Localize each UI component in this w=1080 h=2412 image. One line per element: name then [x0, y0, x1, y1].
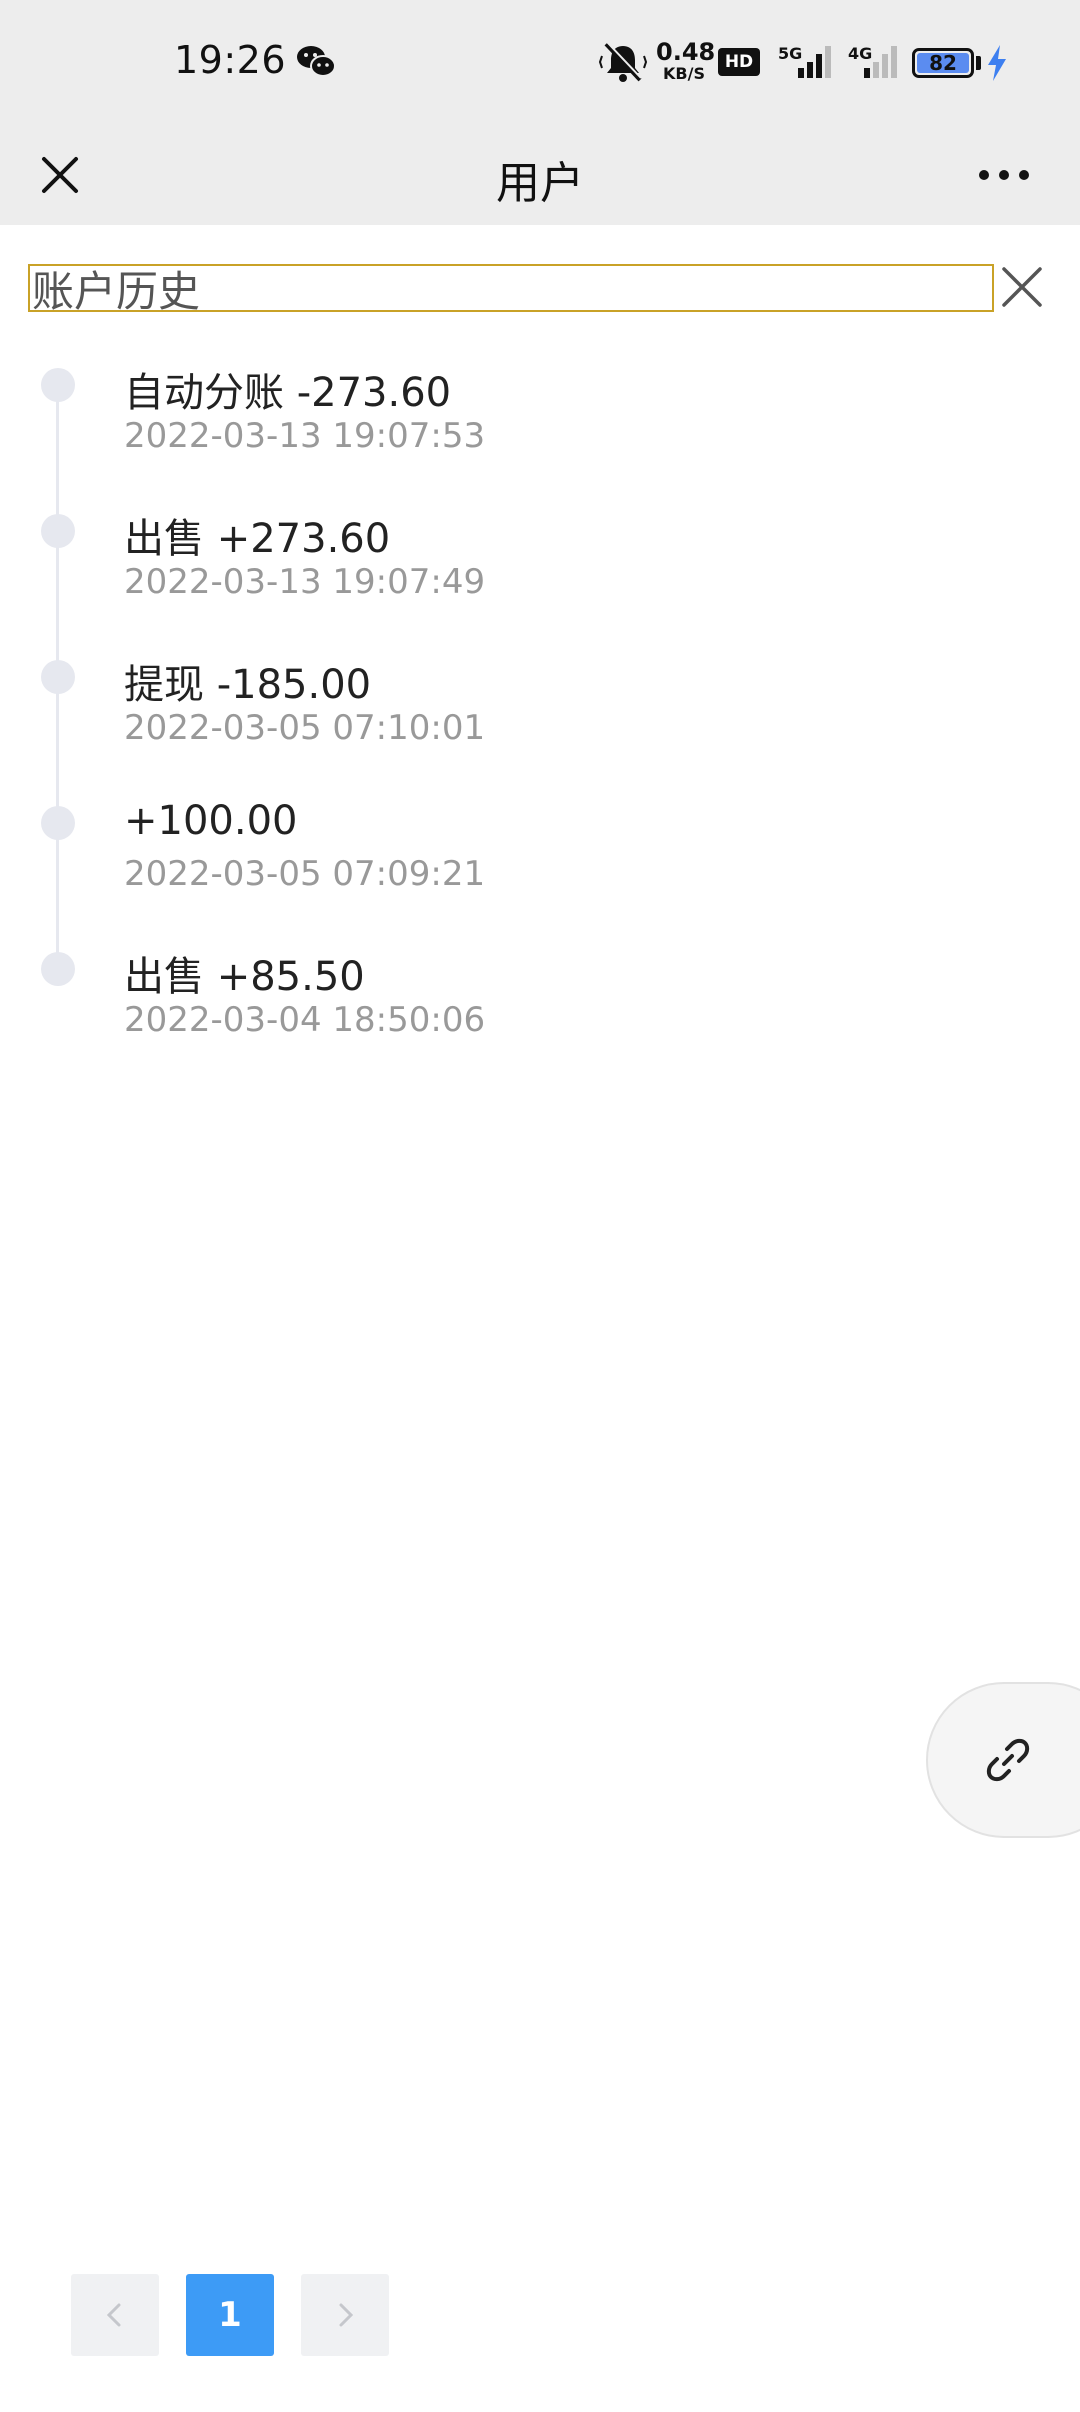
prev-page-button[interactable] [71, 2274, 159, 2356]
charging-icon [988, 45, 1006, 81]
signal-icon [798, 46, 831, 78]
account-history-input[interactable] [28, 264, 994, 312]
hd-badge: HD [718, 48, 760, 76]
battery-cap [976, 56, 981, 70]
clear-input-icon[interactable] [998, 260, 1046, 314]
timeline-item-time: 2022-03-13 19:07:53 [124, 416, 486, 456]
next-page-button[interactable] [301, 2274, 389, 2356]
signal-icon [864, 46, 897, 78]
timeline-item-title: 提现 -185.00 [124, 662, 372, 708]
battery-icon: 82 [912, 48, 974, 78]
timeline-dot [41, 368, 75, 402]
page-number-current[interactable]: 1 [186, 2274, 274, 2356]
timeline-item: +100.00 2022-03-05 07:09:21 [0, 798, 1080, 938]
timeline-item-time: 2022-03-13 19:07:49 [124, 562, 486, 602]
status-time: 19:26 [174, 38, 287, 82]
page: 19:26 0.48 KB/S HD 5G 4G 82 用户 账户历史 自动分账… [0, 0, 1080, 2412]
timeline-dot [41, 952, 75, 986]
status-bar: 19:26 0.48 KB/S HD 5G 4G 82 [0, 0, 1080, 125]
link-icon [986, 1738, 1030, 1782]
timeline-item-title: 出售 +273.60 [124, 516, 391, 562]
chevron-left-icon [106, 2303, 121, 2327]
nav-bar: 用户 [0, 125, 1080, 225]
more-icon[interactable] [972, 143, 1036, 207]
net-speed: 0.48 KB/S [656, 38, 716, 83]
wechat-icon [297, 46, 336, 77]
timeline-item-title: 出售 +85.50 [124, 954, 365, 1000]
timeline-item: 自动分账 -273.60 2022-03-13 19:07:53 [0, 360, 1080, 500]
chevron-right-icon [339, 2303, 354, 2327]
net-speed-unit: KB/S [663, 64, 705, 83]
timeline-item-time: 2022-03-05 07:10:01 [124, 708, 486, 748]
timeline-dot [41, 660, 75, 694]
timeline-item-title: 自动分账 -273.60 [124, 370, 452, 416]
floating-link-button[interactable] [926, 1682, 1080, 1838]
timeline-item-title: +100.00 [124, 798, 298, 844]
timeline-item: 出售 +273.60 2022-03-13 19:07:49 [0, 506, 1080, 646]
page-title: 用户 [496, 158, 584, 209]
timeline-dot [41, 806, 75, 840]
mute-icon [598, 41, 648, 82]
timeline-item-time: 2022-03-05 07:09:21 [124, 854, 486, 894]
timeline-dot [41, 514, 75, 548]
timeline-item: 出售 +85.50 2022-03-04 18:50:06 [0, 944, 1080, 1084]
timeline-item-time: 2022-03-04 18:50:06 [124, 1000, 486, 1040]
timeline-item: 提现 -185.00 2022-03-05 07:10:01 [0, 652, 1080, 792]
net-speed-value: 0.48 [656, 38, 716, 66]
battery-level: 82 [917, 53, 969, 73]
